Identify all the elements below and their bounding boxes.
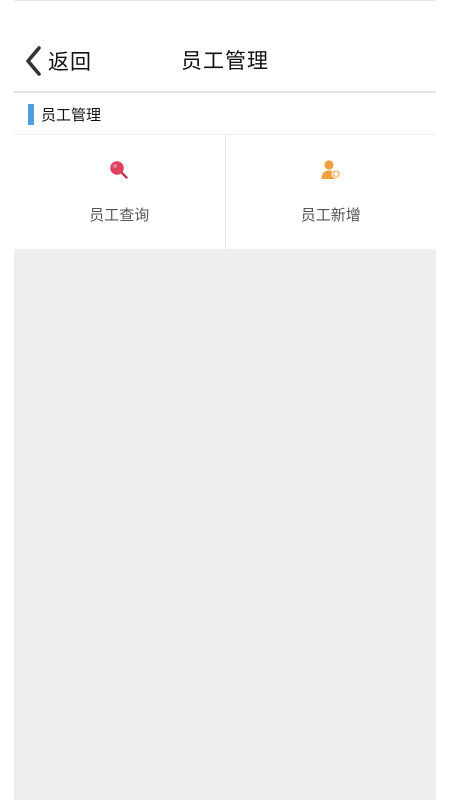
- employee-add-label: 员工新增: [300, 206, 361, 224]
- chevron-left-icon: [26, 46, 41, 76]
- search-icon: [108, 159, 130, 181]
- app-screen: 返回 员工管理 员工管理 员工查询 员工新增: [14, 0, 436, 800]
- back-button-label: 返回: [48, 50, 92, 74]
- section-header: 员工管理: [14, 93, 436, 135]
- section-accent-bar: [28, 104, 34, 125]
- status-divider: [14, 0, 436, 1]
- navigation-bar: 返回 员工管理: [14, 30, 436, 92]
- content-area: [14, 249, 436, 800]
- section-title: 员工管理: [41, 106, 102, 124]
- employee-search-label: 员工查询: [89, 206, 150, 224]
- add-user-icon: [320, 159, 342, 181]
- employee-add-button[interactable]: 员工新增: [224, 135, 437, 249]
- menu-grid: 员工查询 员工新增: [14, 135, 436, 249]
- employee-search-button[interactable]: 员工查询: [14, 135, 225, 249]
- back-button[interactable]: 返回: [24, 44, 92, 78]
